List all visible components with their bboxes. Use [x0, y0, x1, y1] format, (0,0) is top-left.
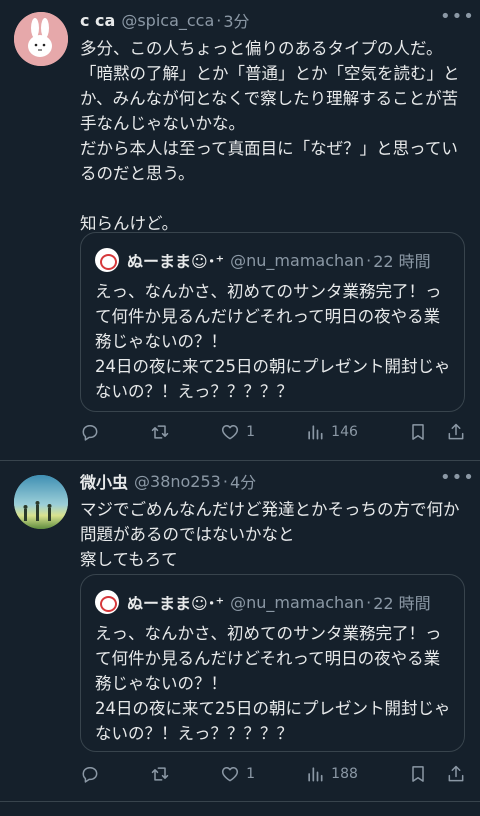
quoted-tweet-text: えっ、なんかさ、初めてのサンタ業務完了！って何件か見るんだけどそれって明日の夜や…: [95, 282, 451, 401]
quoted-tweet[interactable]: ぬーまま☺︎･⁺ @nu_mamachan · 22 時間 えっ、なんかさ、初め…: [80, 574, 465, 752]
retweet-icon: [151, 767, 169, 781]
action-group-right: [408, 422, 466, 442]
views-icon: [308, 767, 323, 782]
timestamp[interactable]: 4分: [230, 469, 256, 493]
user-handle[interactable]: @spica_cca: [121, 11, 214, 30]
timestamp[interactable]: 3分: [223, 8, 249, 32]
separator: ·: [366, 592, 372, 612]
bookmark-button[interactable]: [408, 764, 428, 784]
tweet-header: 微小虫 @38no253 · 4分: [80, 469, 466, 493]
quoted-tweet-text: えっ、なんかさ、初めてのサンタ業務完了！って何件か見るんだけどそれって明日の夜や…: [95, 624, 451, 743]
tweet-divider: [0, 801, 480, 802]
views-button[interactable]: 188: [305, 764, 358, 784]
display-name[interactable]: 微小虫: [80, 469, 128, 493]
tweet[interactable]: c ca @spica_cca · 3分 ••• 多分、この人ちょっと偏りのある…: [0, 0, 480, 460]
quoted-display-name: ぬーまま☺︎･⁺: [127, 252, 225, 271]
reply-icon: [82, 425, 98, 441]
views-count: 188: [331, 766, 358, 782]
tweet-text: 多分、この人ちょっと偏りのあるタイプの人だ。 「暗黙の了解」とか「普通」とか「空…: [80, 39, 460, 233]
quoted-tweet[interactable]: ぬーまま☺︎･⁺ @nu_mamachan · 22 時間 えっ、なんかさ、初め…: [80, 232, 465, 412]
reply-button[interactable]: [80, 422, 100, 442]
display-name[interactable]: c ca: [80, 11, 115, 30]
quoted-display-name: ぬーまま☺︎･⁺: [127, 594, 225, 613]
views-button[interactable]: 146: [305, 422, 358, 442]
separator: ·: [216, 10, 222, 30]
reply-button[interactable]: [80, 764, 100, 784]
like-icon: [222, 425, 239, 440]
like-count: 1: [246, 766, 256, 782]
views-count: 146: [331, 424, 358, 440]
quoted-avatar: [95, 248, 119, 272]
photo-avatar-icon: [14, 475, 68, 529]
quoted-user-handle: @nu_mamachan: [230, 592, 365, 612]
like-button[interactable]: 1: [220, 764, 255, 784]
share-button[interactable]: [446, 764, 466, 784]
share-icon: [448, 423, 464, 440]
user-handle[interactable]: @38no253: [134, 472, 221, 491]
rabbit-avatar-icon: [14, 12, 68, 66]
tweet-text: マジでごめんなんだけど発達とかそっちの方で何か問題があるのではないかなと 察して…: [80, 500, 460, 569]
retweet-icon: [151, 425, 169, 439]
tweet-header: c ca @spica_cca · 3分: [80, 8, 466, 32]
quoted-timestamp: 22 時間: [373, 594, 431, 613]
share-button[interactable]: [446, 422, 466, 442]
reply-icon: [82, 767, 98, 783]
share-icon: [448, 765, 464, 782]
bookmark-icon: [412, 424, 424, 440]
tweet[interactable]: 微小虫 @38no253 · 4分 ••• マジでごめんなんだけど発達とかそっち…: [0, 461, 480, 801]
bookmark-button[interactable]: [408, 422, 428, 442]
timeline-feed: c ca @spica_cca · 3分 ••• 多分、この人ちょっと偏りのある…: [0, 0, 480, 816]
quoted-timestamp: 22 時間: [373, 252, 431, 271]
quoted-avatar: [95, 590, 119, 614]
like-icon: [222, 767, 239, 782]
more-options-icon[interactable]: •••: [440, 8, 474, 30]
action-group-right: [408, 764, 466, 784]
avatar[interactable]: [14, 475, 68, 529]
like-button[interactable]: 1: [220, 422, 255, 442]
tweet-actions: 1 188: [80, 762, 466, 786]
like-count: 1: [246, 424, 256, 440]
separator: ·: [366, 250, 372, 270]
avatar[interactable]: [14, 12, 68, 66]
more-options-icon[interactable]: •••: [440, 469, 474, 491]
views-icon: [308, 425, 323, 440]
quoted-user-handle: @nu_mamachan: [230, 250, 365, 270]
bookmark-icon: [412, 766, 424, 782]
quoted-tweet-header: ぬーまま☺︎･⁺ @nu_mamachan · 22 時間: [95, 247, 454, 273]
tweet-actions: 1 146: [80, 420, 466, 444]
retweet-button[interactable]: [150, 764, 170, 784]
separator: ·: [222, 471, 228, 491]
retweet-button[interactable]: [150, 422, 170, 442]
quoted-tweet-header: ぬーまま☺︎･⁺ @nu_mamachan · 22 時間: [95, 589, 454, 615]
